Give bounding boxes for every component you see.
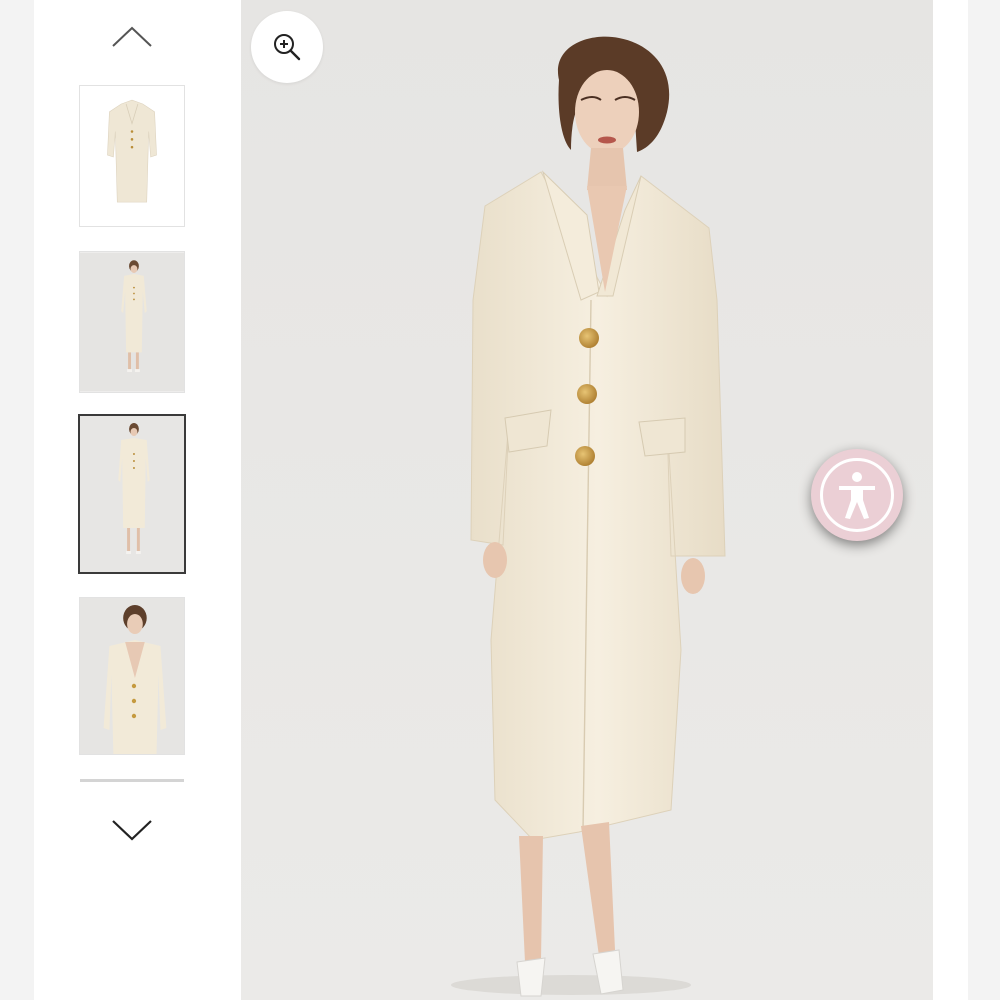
thumbnail-scroll-indicator (80, 779, 184, 782)
thumbnail-1[interactable] (79, 85, 185, 227)
accessibility-person-icon (839, 472, 875, 519)
zoom-in-icon (274, 34, 301, 61)
thumbnail-3[interactable] (78, 414, 186, 574)
thumbnail-next-button[interactable] (110, 815, 154, 845)
zoom-button[interactable] (251, 11, 323, 83)
accessibility-button[interactable] (811, 449, 903, 541)
thumbnail-prev-button[interactable] (110, 22, 154, 52)
thumbnail-image (80, 598, 184, 754)
chevron-down-icon (112, 820, 152, 841)
thumbnail-image (80, 252, 184, 392)
chevron-up-icon (112, 26, 152, 47)
thumbnail-4[interactable] (79, 597, 185, 755)
thumbnail-2[interactable] (79, 251, 185, 393)
thumbnail-image (80, 416, 184, 572)
thumbnail-image (80, 86, 184, 226)
accessibility-ring (820, 458, 894, 532)
